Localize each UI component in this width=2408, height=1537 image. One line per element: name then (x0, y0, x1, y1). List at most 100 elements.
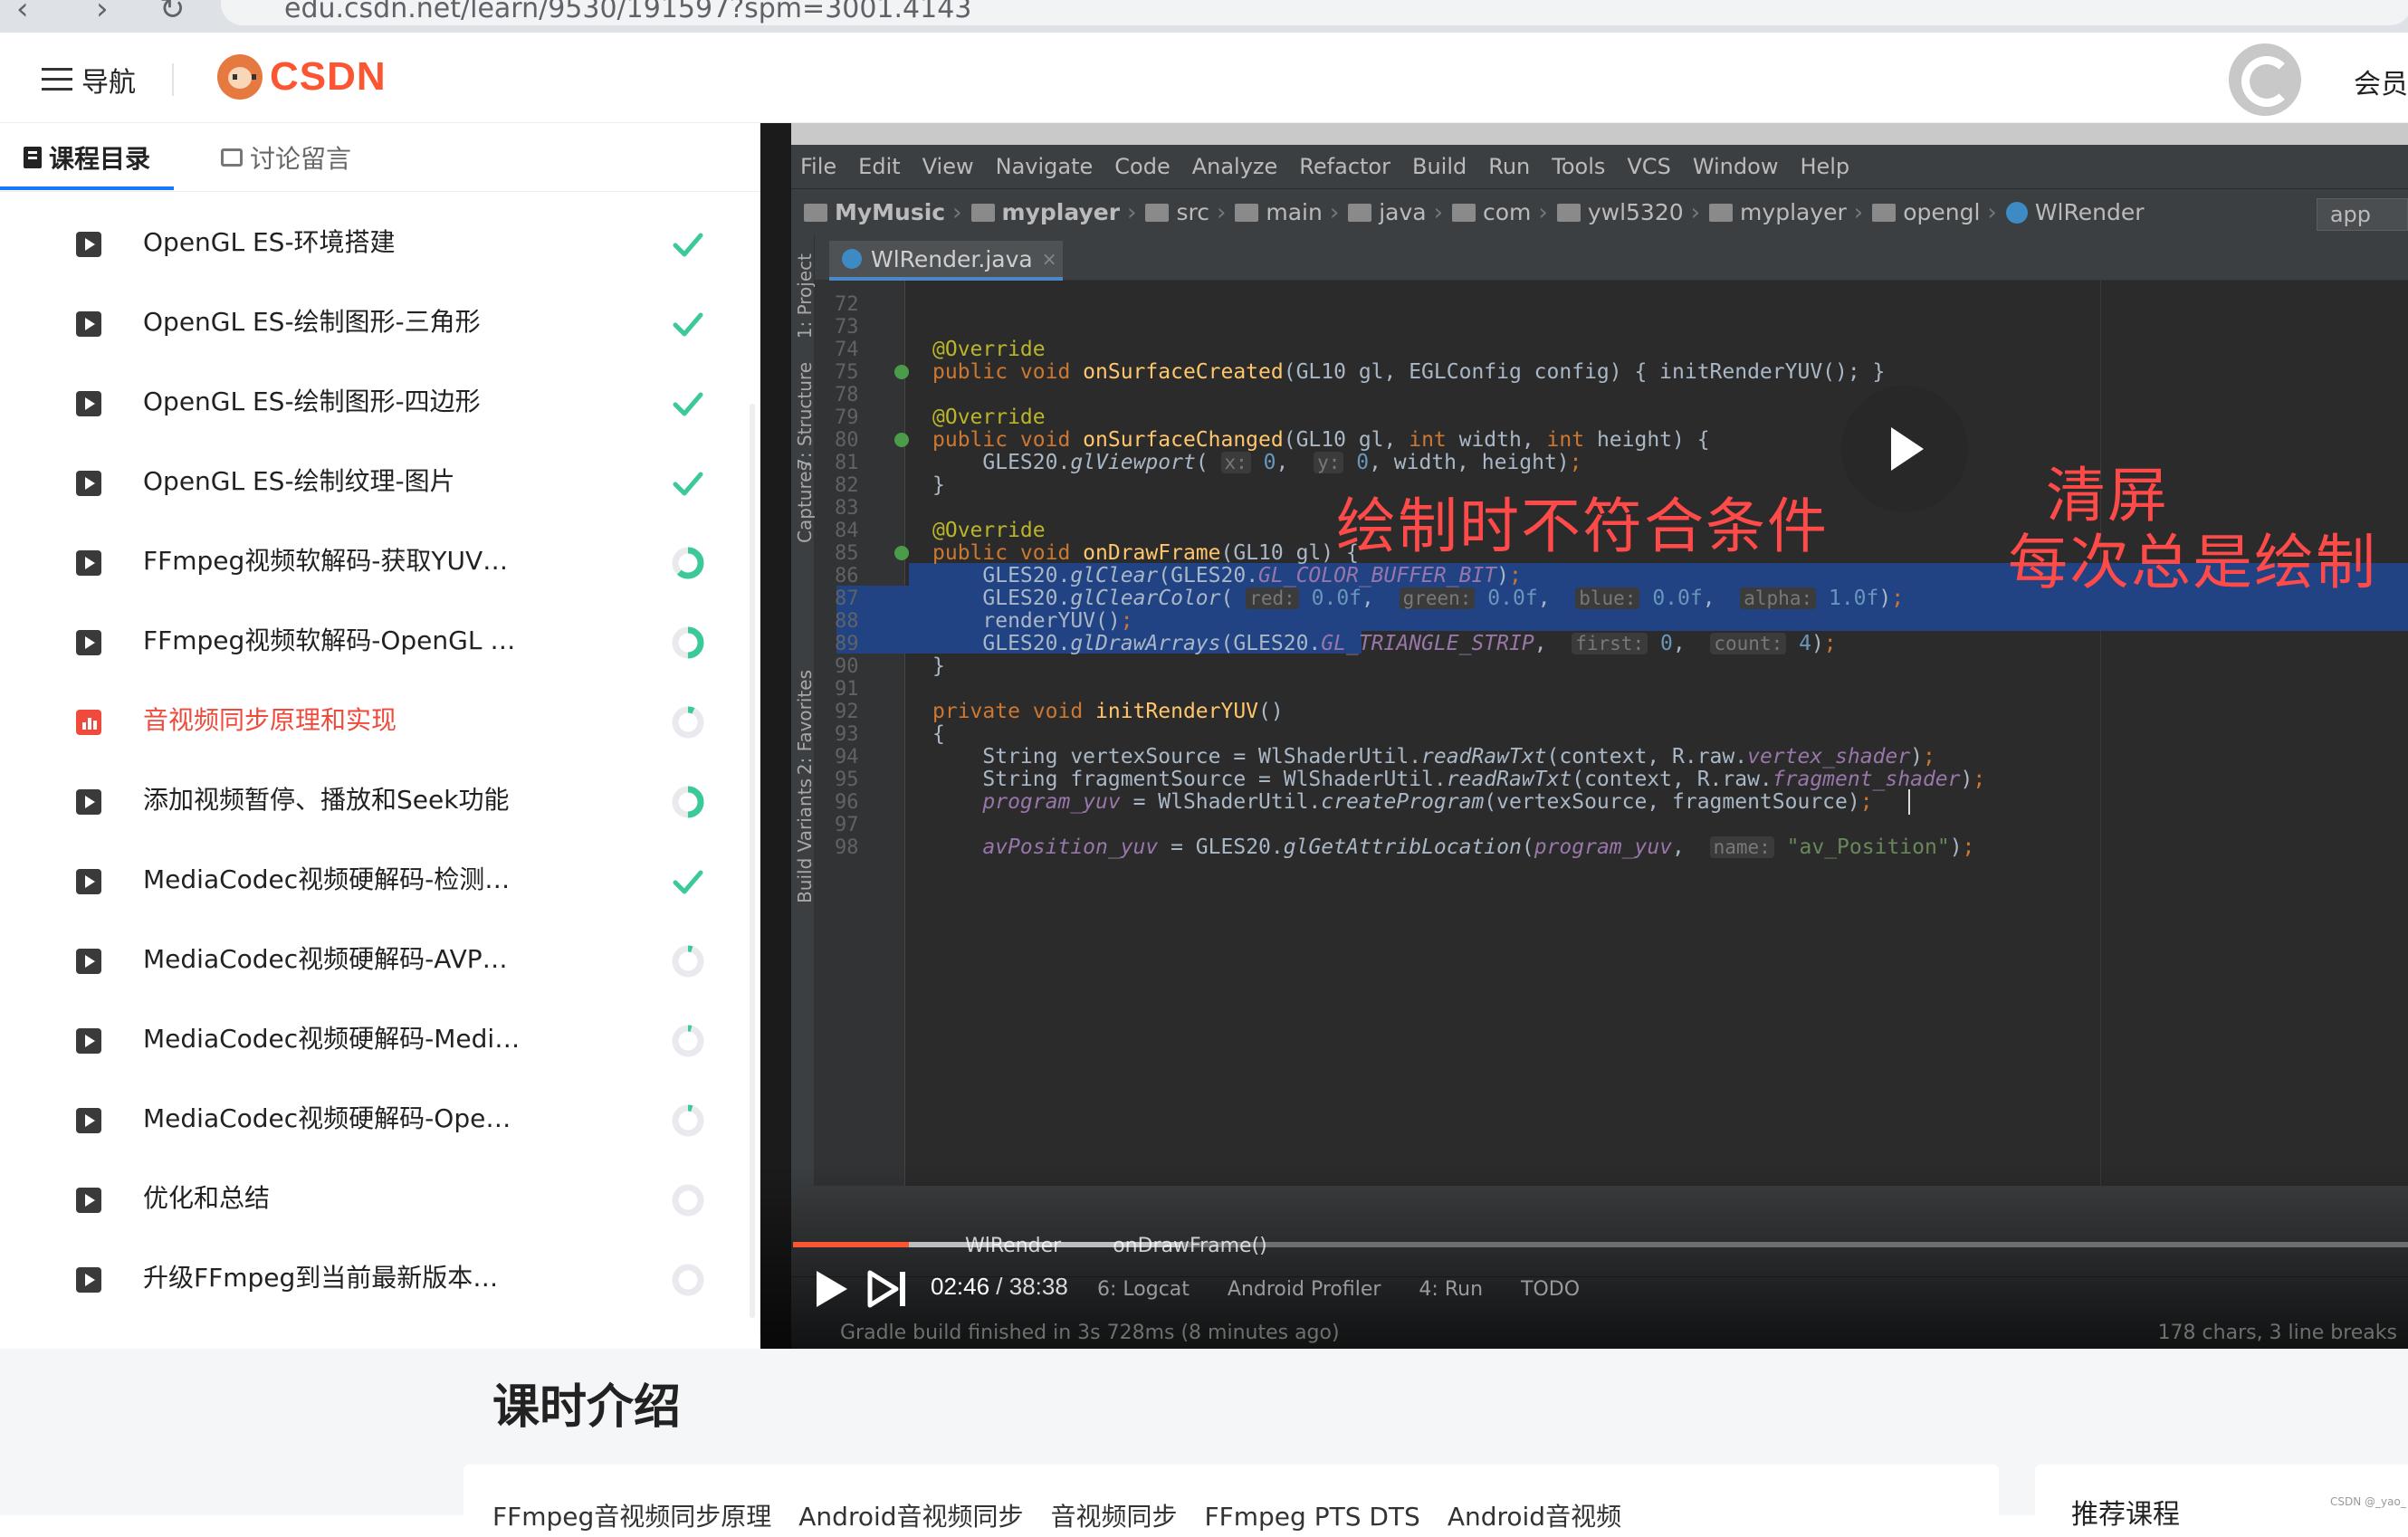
ide-bottom-tools: 6: Logcat Android Profiler 4: Run TODO (1097, 1278, 1618, 1301)
code-text: private void initRenderYUV() (932, 700, 1284, 723)
code-line: 79 @Override (815, 406, 2408, 430)
course-tag[interactable]: 音视频同步 (1051, 1502, 1178, 1532)
lesson-item[interactable]: FFmpeg视频软解码-获取YUV… (0, 521, 742, 601)
ide-breadcrumb-label: MyMusic (835, 199, 946, 225)
code-line: 98 avPosition_yuv = GLES20.glGetAttribLo… (815, 836, 2408, 860)
progress-ring-icon (672, 706, 704, 739)
ide-bottom-tool: TODO (1521, 1278, 1581, 1301)
lesson-item[interactable]: 优化和总结 (0, 1159, 742, 1238)
play-icon (76, 1188, 101, 1213)
header-divider (172, 63, 174, 96)
play-icon (76, 550, 101, 576)
lesson-item[interactable]: 音视频同步原理和实现 (0, 681, 742, 760)
video-player[interactable]: File Edit View Navigate Code Analyze Refactor B… (760, 123, 2408, 1349)
lesson-title: MediaCodec视频硬解码-Ope… (143, 1103, 511, 1133)
tab-course-catalog[interactable]: 课程目录 (24, 123, 150, 192)
breadcrumb-separator: › (1853, 198, 1864, 226)
lesson-item[interactable]: MediaCodec视频硬解码-Medi… (0, 999, 742, 1079)
progress-ring-icon (672, 1184, 704, 1217)
line-number: 86 (835, 565, 859, 587)
ide-menu-item: Navigate (995, 154, 1094, 179)
line-number: 91 (835, 678, 859, 701)
lesson-item[interactable]: 添加视频暂停、播放和Seek功能 (0, 760, 742, 840)
play-icon (76, 232, 101, 257)
avatar[interactable] (2229, 43, 2301, 116)
lesson-item[interactable]: FFmpeg视频软解码-OpenGL … (0, 601, 742, 681)
lesson-item[interactable]: OpenGL ES-环境搭建 (0, 203, 742, 282)
active-tab-indicator (0, 186, 174, 190)
ide-breadcrumb-label: src (1176, 199, 1209, 225)
back-icon[interactable]: ‹ (16, 0, 29, 27)
reload-icon[interactable]: ↻ (159, 0, 186, 27)
big-play-button[interactable] (1841, 386, 1968, 512)
ide-tab-label: WlRender.java (871, 245, 1033, 272)
line-number: 84 (835, 520, 859, 542)
course-tag[interactable]: Android音视频同步 (798, 1502, 1023, 1532)
progress-ring-icon (672, 1104, 704, 1137)
folder-icon (1145, 203, 1170, 222)
line-number: 85 (835, 542, 859, 565)
lesson-item[interactable]: MediaCodec视频硬解码-Ope… (0, 1079, 742, 1159)
line-number: 72 (835, 293, 859, 316)
ide-breadcrumb-label: opengl (1903, 199, 1981, 225)
line-number: 81 (835, 452, 859, 474)
folder-icon (1709, 203, 1734, 222)
code-text: GLES20.glViewport( x: 0, y: 0, width, he… (932, 451, 1582, 474)
line-number: 87 (835, 587, 859, 610)
intro-tags: FFmpeg音视频同步原理 Android音视频同步 音视频同步 FFmpeg PTS… (492, 1497, 1648, 1533)
run-config: app (2316, 198, 2408, 231)
line-number: 89 (835, 633, 859, 655)
code-line: 94 String vertexSource = WlShaderUtil.re… (815, 746, 2408, 769)
scrollbar[interactable] (750, 404, 755, 1318)
url-text[interactable]: edu.csdn.net/learn/9530/191597?spm=3001.… (284, 0, 971, 24)
line-number: 96 (835, 791, 859, 814)
folder-icon (804, 203, 827, 222)
check-icon (672, 308, 704, 340)
progress-bar[interactable] (793, 1242, 2408, 1247)
tab-discussion[interactable]: 讨论留言 (221, 123, 351, 192)
line-number: 73 (835, 316, 859, 339)
current-time: 02:46 (931, 1273, 990, 1300)
lesson-title: MediaCodec视频硬解码-Medi… (143, 1024, 521, 1054)
csdn-logo[interactable]: CSDN (217, 54, 387, 100)
lesson-item[interactable]: MediaCodec视频硬解码-AVP… (0, 920, 742, 999)
progress-ring-icon (672, 1025, 704, 1057)
lesson-item[interactable]: MediaCodec视频硬解码-检测… (0, 840, 742, 920)
ide-menu-item: Tools (1552, 154, 1606, 179)
lesson-item[interactable]: OpenGL ES-绘制图形-三角形 (0, 282, 742, 362)
override-marker-icon (894, 365, 909, 379)
folder-icon (1348, 203, 1372, 222)
ide-breadcrumb: MyMusic (804, 199, 945, 225)
nav-menu-button[interactable]: 导航 (42, 62, 136, 99)
next-button[interactable] (867, 1269, 909, 1309)
ide-breadcrumb: myplayer (970, 199, 1120, 225)
play-icon (76, 1028, 101, 1054)
lesson-title: 升级FFmpeg到当前最新版本… (143, 1263, 499, 1293)
code-text: GLES20.glClearColor( red: 0.0f, green: 0… (932, 587, 1905, 610)
line-number: 88 (835, 610, 859, 633)
panel-tabs: 课程目录 讨论留言 (0, 123, 760, 192)
lesson-item[interactable]: OpenGL ES-绘制图形-四边形 (0, 362, 742, 442)
ide-menu-item: Help (1800, 154, 1850, 179)
play-button[interactable] (813, 1269, 849, 1309)
lesson-item[interactable]: 升级FFmpeg到当前最新版本… (0, 1238, 742, 1318)
breadcrumb-separator: › (1538, 198, 1548, 226)
code-text: { (932, 722, 945, 746)
line-number: 75 (835, 361, 859, 384)
forward-icon[interactable]: › (96, 0, 109, 27)
course-catalog-panel: 课程目录 讨论留言 OpenGL ES-环境搭建 OpenGL ES-绘制图形-三… (0, 123, 760, 1334)
progress-ring-icon (672, 626, 704, 659)
vip-link[interactable]: 会员 (2354, 62, 2408, 101)
play-icon (76, 471, 101, 496)
check-icon (672, 387, 704, 420)
address-bar[interactable]: edu.csdn.net/learn/9530/191597?spm=3001.… (221, 0, 2408, 25)
code-text: program_yuv = WlShaderUtil.createProgram… (982, 790, 1873, 814)
ide-breadcrumb-label: main (1266, 199, 1323, 225)
course-tag[interactable]: FFmpeg音视频同步原理 (492, 1502, 771, 1532)
tab-label: 课程目录 (49, 144, 151, 174)
ide-menu-item: VCS (1627, 154, 1671, 179)
ide-menu-item: File (800, 154, 837, 179)
course-tag[interactable]: FFmpeg PTS DTS (1205, 1502, 1420, 1532)
lesson-item[interactable]: OpenGL ES-绘制纹理-图片 (0, 442, 742, 521)
course-tag[interactable]: Android音视频 (1448, 1502, 1621, 1532)
